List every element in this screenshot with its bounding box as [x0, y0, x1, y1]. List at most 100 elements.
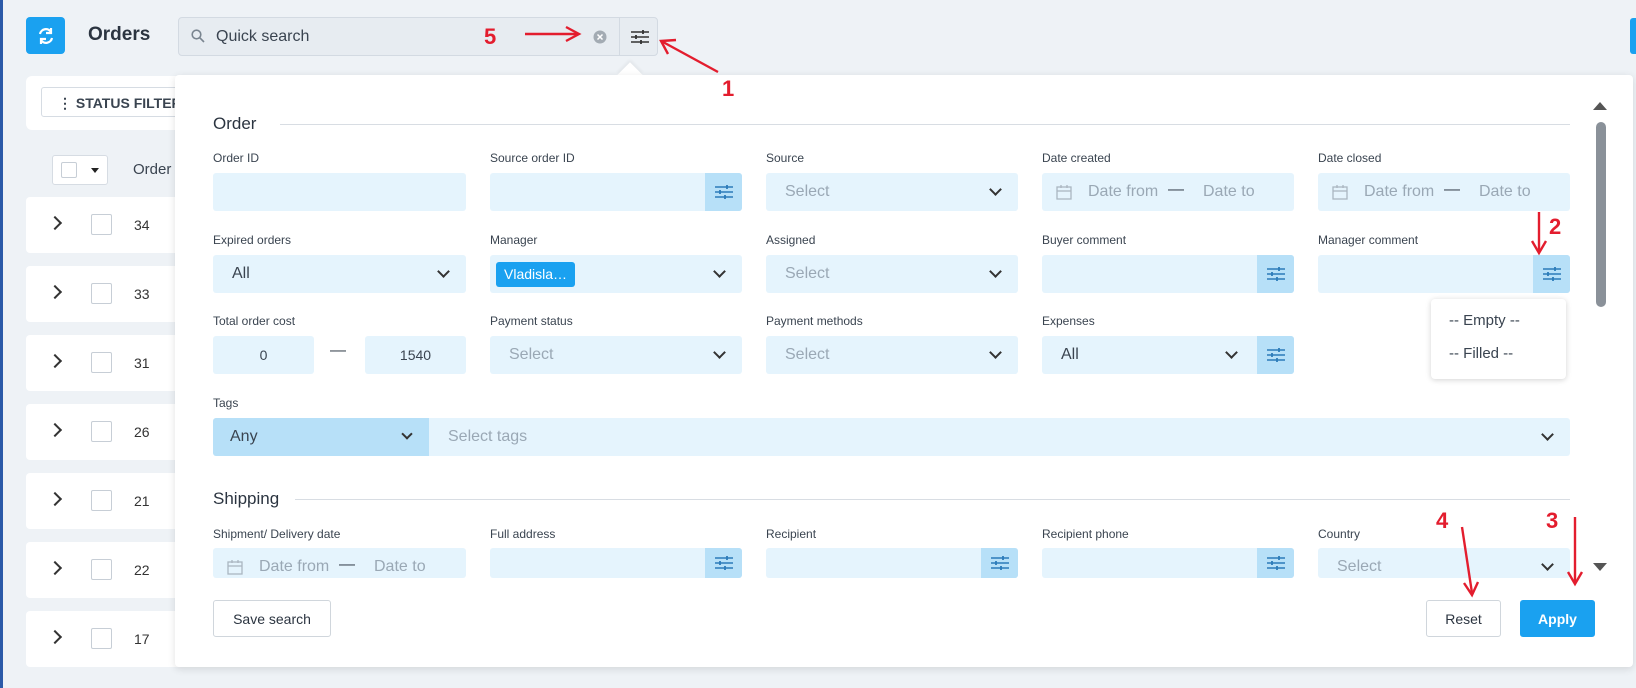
chevron-down-icon — [989, 183, 1002, 196]
annotation-1: 1 — [722, 76, 735, 101]
order-row[interactable]: 22 — [26, 542, 186, 598]
order-number: 33 — [134, 286, 150, 302]
expenses-value: All — [1061, 346, 1079, 363]
field-options-button[interactable] — [981, 548, 1018, 578]
source-order-id-label: Source order ID — [490, 151, 575, 165]
row-checkbox[interactable] — [91, 352, 112, 373]
source-order-id-input[interactable] — [490, 173, 742, 211]
chevron-down-icon — [1541, 428, 1554, 441]
field-options-button[interactable] — [1257, 548, 1294, 578]
row-checkbox[interactable] — [91, 490, 112, 511]
assigned-select[interactable]: Select — [766, 255, 1018, 293]
expand-chevron-icon[interactable] — [47, 629, 63, 645]
manager-comment-input[interactable] — [1318, 255, 1570, 293]
buyer-comment-input[interactable] — [1042, 255, 1294, 293]
order-row[interactable]: 34 — [26, 197, 186, 253]
chevron-down-icon — [1541, 558, 1554, 571]
date-closed-range[interactable]: Date from — Date to — [1318, 173, 1570, 211]
expand-chevron-icon[interactable] — [47, 491, 63, 507]
expand-chevron-icon[interactable] — [47, 422, 63, 438]
manager-chip[interactable]: Vladisla… — [496, 262, 576, 287]
expand-chevron-icon[interactable] — [47, 284, 63, 300]
annotation-4: 4 — [1436, 508, 1449, 533]
column-header-order[interactable]: Order — [133, 161, 171, 178]
advanced-filter-button[interactable] — [619, 17, 659, 56]
sliders-icon — [630, 29, 649, 44]
section-divider — [280, 124, 1570, 125]
menu-option-empty[interactable]: -- Empty -- — [1449, 312, 1520, 329]
source-select[interactable]: Select — [766, 173, 1018, 211]
refresh-button[interactable] — [26, 17, 65, 54]
row-checkbox[interactable] — [91, 628, 112, 649]
manager-comment-label: Manager comment — [1318, 233, 1419, 247]
order-row[interactable]: 21 — [26, 473, 186, 529]
select-all-checkbox[interactable] — [61, 162, 77, 178]
order-row[interactable]: 33 — [26, 266, 186, 322]
row-checkbox[interactable] — [91, 559, 112, 580]
expired-orders-value: All — [232, 265, 250, 282]
cost-range-dash: — — [330, 342, 346, 359]
cost-min-input[interactable]: 0 — [213, 336, 314, 374]
expired-orders-label: Expired orders — [213, 233, 292, 247]
quick-search-box[interactable]: Quick search — [178, 17, 658, 56]
cost-max-input[interactable]: 1540 — [365, 336, 466, 374]
row-checkbox[interactable] — [91, 283, 112, 304]
manager-select[interactable]: Vladisla… — [490, 255, 742, 293]
field-options-button[interactable] — [1257, 336, 1294, 374]
caret-down-icon[interactable] — [91, 168, 99, 173]
country-placeholder: Select — [1337, 558, 1382, 575]
scroll-up-arrow[interactable] — [1593, 102, 1607, 110]
clear-search-icon[interactable] — [593, 30, 607, 44]
page-title: Orders — [88, 24, 151, 45]
expand-chevron-icon[interactable] — [47, 560, 63, 576]
scrollbar-thumb[interactable] — [1596, 122, 1606, 307]
field-options-button[interactable] — [705, 173, 742, 211]
full-address-input[interactable] — [490, 548, 742, 578]
recipient-phone-input[interactable] — [1042, 548, 1294, 578]
payment-methods-select[interactable]: Select — [766, 336, 1018, 374]
date-created-range[interactable]: Date from — Date to — [1042, 173, 1294, 211]
menu-option-filled[interactable]: -- Filled -- — [1449, 345, 1513, 362]
comment-filter-menu: -- Empty -- -- Filled -- — [1431, 299, 1566, 379]
select-all-dropdown[interactable] — [52, 155, 108, 185]
delivery-date-range[interactable]: Date from — Date to — [213, 548, 466, 578]
expenses-label: Expenses — [1042, 314, 1095, 328]
row-checkbox[interactable] — [91, 421, 112, 442]
order-number: 21 — [134, 493, 150, 509]
country-select[interactable]: Select — [1318, 548, 1570, 578]
order-id-label: Order ID — [213, 151, 260, 165]
total-cost-label: Total order cost — [213, 314, 296, 328]
quick-search-input[interactable]: Quick search — [216, 28, 309, 46]
expand-chevron-icon[interactable] — [47, 215, 63, 231]
expenses-select[interactable]: All — [1042, 336, 1294, 374]
order-row[interactable]: 17 — [26, 611, 186, 667]
sliders-icon — [1266, 267, 1285, 281]
order-row[interactable]: 31 — [26, 335, 186, 391]
tags-select[interactable]: Select tags — [429, 418, 1570, 456]
order-id-input[interactable] — [213, 173, 466, 211]
field-options-button[interactable] — [1257, 255, 1294, 293]
window-edge-left — [0, 0, 3, 688]
expand-chevron-icon[interactable] — [47, 353, 63, 369]
date-range-dash: — — [339, 556, 355, 573]
date-closed-label: Date closed — [1318, 151, 1382, 165]
apply-button[interactable]: Apply — [1520, 600, 1595, 637]
delivery-date-label: Shipment/ Delivery date — [213, 527, 341, 541]
country-label: Country — [1318, 527, 1361, 541]
window-edge-right — [1630, 18, 1636, 54]
tags-mode-select[interactable]: Any — [213, 418, 429, 456]
field-options-button[interactable] — [1533, 255, 1570, 293]
recipient-input[interactable] — [766, 548, 1018, 578]
payment-status-select[interactable]: Select — [490, 336, 742, 374]
reset-button[interactable]: Reset — [1426, 600, 1501, 637]
date-created-label: Date created — [1042, 151, 1111, 165]
full-address-label: Full address — [490, 527, 556, 541]
order-row[interactable]: 26 — [26, 404, 186, 460]
scroll-down-arrow[interactable] — [1593, 563, 1607, 571]
field-options-button[interactable] — [705, 548, 742, 578]
annotation-2: 2 — [1549, 214, 1562, 239]
expired-orders-select[interactable]: All — [213, 255, 466, 293]
save-search-button[interactable]: Save search — [213, 600, 331, 637]
date-from-placeholder: Date from — [259, 558, 330, 575]
row-checkbox[interactable] — [91, 214, 112, 235]
